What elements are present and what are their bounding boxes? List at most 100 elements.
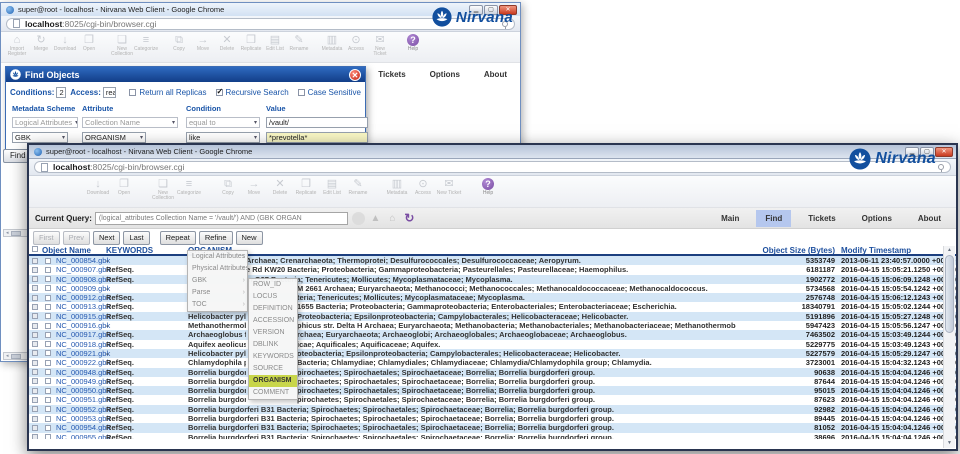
row-flag-checkbox[interactable] — [45, 434, 51, 439]
table-row[interactable]: NC_000955.gbk RefSeq. Borrelia burgdorfe… — [29, 433, 956, 439]
dialog-title-bar[interactable]: Find Objects ✕ — [6, 67, 365, 82]
row-flag-checkbox[interactable] — [45, 332, 51, 338]
row-select-checkbox[interactable] — [32, 267, 38, 273]
row-flag-checkbox[interactable] — [45, 295, 51, 301]
home-icon[interactable]: ⌂ — [386, 212, 399, 225]
submenu-item[interactable]: KEYWORDS — [249, 351, 297, 363]
object-name-link[interactable]: NC_000915.gbk — [56, 312, 110, 321]
pager-button[interactable]: Prev — [63, 231, 90, 245]
toolbar-button[interactable]: ⧉ Copy — [167, 34, 191, 52]
col-header-object-size[interactable]: Object Size (Bytes) — [727, 246, 835, 255]
col-header-object-name[interactable]: Object Name — [42, 246, 91, 255]
vertical-scrollbar[interactable]: ▲ ▼ — [943, 246, 955, 448]
row-flag-checkbox[interactable] — [45, 388, 51, 394]
table-row[interactable]: NC_000922.gbk RefSeq. Chlamydophila pneu… — [29, 358, 956, 367]
pager-button[interactable]: Last — [123, 231, 149, 245]
key-icon[interactable] — [938, 164, 944, 170]
table-row[interactable]: NC_000948.gbk RefSeq. Borrelia burgdorfe… — [29, 368, 956, 377]
row-select-checkbox[interactable] — [32, 285, 38, 291]
row-select-checkbox[interactable] — [32, 388, 38, 394]
toolbar-button[interactable]: ≡ Categorize — [134, 34, 158, 52]
horizontal-scrollbar[interactable] — [3, 352, 28, 360]
nav-tab[interactable]: Options — [853, 210, 901, 227]
toolbar-button[interactable]: ↻ Merge — [29, 34, 53, 52]
object-name-link[interactable]: NC_000909.gbk — [56, 284, 110, 293]
object-name-link[interactable]: NC_000948.gbk — [56, 368, 110, 377]
horizontal-scrollbar[interactable] — [3, 229, 28, 237]
dialog-checkbox[interactable]: Recursive Search — [216, 88, 289, 97]
row-flag-checkbox[interactable] — [45, 369, 51, 375]
pager-button[interactable]: Next — [93, 231, 120, 245]
pager-button[interactable]: New — [236, 231, 263, 245]
object-name-link[interactable]: NC_000951.gbk — [56, 395, 110, 404]
conditions-select[interactable]: 2 — [56, 87, 66, 98]
toolbar-button[interactable]: ≡ Categorize — [176, 178, 202, 196]
dialog-checkbox[interactable]: Case Sensitive — [298, 88, 361, 97]
object-name-link[interactable]: NC_000953.gbk — [56, 414, 110, 423]
row-flag-checkbox[interactable] — [45, 258, 51, 264]
refresh-icon[interactable]: ↻ — [403, 212, 416, 225]
pager-button[interactable]: First — [33, 231, 60, 245]
row-select-checkbox[interactable] — [32, 313, 38, 319]
row-select-checkbox[interactable] — [32, 369, 38, 375]
toolbar-button[interactable]: ↓ Download — [85, 178, 111, 196]
table-row[interactable]: NC_000954.gbk RefSeq. Borrelia burgdorfe… — [29, 423, 956, 432]
url-input[interactable]: localhost:8025/cgi-bin/browser.cgi — [34, 161, 951, 173]
row-select-checkbox[interactable] — [32, 406, 38, 412]
submenu-item[interactable]: ORGANISM — [249, 375, 297, 387]
table-row[interactable]: NC_000854.gbk - Archaea; Crenarchaeota; … — [29, 256, 956, 265]
object-name-link[interactable]: NC_000921.gbk — [56, 349, 110, 358]
scroll-down-icon[interactable]: ▼ — [944, 439, 955, 448]
nav-tab[interactable]: Tickets — [799, 210, 844, 227]
nav-tab[interactable]: Find — [756, 210, 791, 227]
row-select-checkbox[interactable] — [32, 378, 38, 384]
toolbar-button[interactable]: ❐ Open — [77, 34, 101, 52]
row-select-checkbox[interactable] — [32, 416, 38, 422]
table-row[interactable]: NC_000950.gbk RefSeq. Borrelia burgdorfe… — [29, 386, 956, 395]
submenu-item[interactable]: DEFINITION — [249, 303, 297, 315]
object-name-link[interactable]: NC_000918.gbk — [56, 340, 110, 349]
object-name-link[interactable]: NC_000922.gbk — [56, 358, 110, 367]
row-select-checkbox[interactable] — [32, 360, 38, 366]
pager-button[interactable]: Repeat — [160, 231, 196, 245]
table-row[interactable]: NC_000907.gbk RefSeq. e Rd KW20 Bacteria… — [29, 265, 956, 274]
submenu-item[interactable]: SOURCE — [249, 363, 297, 375]
table-row[interactable]: NC_000949.gbk RefSeq. Borrelia burgdorfe… — [29, 377, 956, 386]
metadata-scheme-select[interactable]: GBK — [12, 132, 68, 143]
submenu-item[interactable]: DBLINK — [249, 339, 297, 351]
row-flag-checkbox[interactable] — [45, 323, 51, 329]
scroll-up-icon[interactable]: ▲ — [944, 246, 955, 255]
table-row[interactable]: NC_000952.gbk RefSeq. Borrelia burgdorfe… — [29, 405, 956, 414]
access-select[interactable]: read — [103, 87, 116, 98]
pager-button[interactable]: Refine — [199, 231, 233, 245]
attribute-select[interactable]: ORGANISM — [82, 132, 146, 143]
table-row[interactable]: NC_000917.gbk RefSeq. Archaeoglobus fulg… — [29, 330, 956, 339]
row-flag-checkbox[interactable] — [45, 425, 51, 431]
toolbar-button[interactable]: ❒ Replicate — [239, 34, 263, 52]
checkbox-icon[interactable] — [216, 89, 223, 96]
row-select-checkbox[interactable] — [32, 332, 38, 338]
toolbar-button[interactable]: ❏ New Collection — [150, 178, 176, 201]
row-select-checkbox[interactable] — [32, 350, 38, 356]
col-header-modify-timestamp[interactable]: Modify Timestamp — [841, 246, 911, 255]
toolbar-button[interactable]: ▤ Edit List — [319, 178, 345, 196]
toolbar-button[interactable]: ? Help — [401, 34, 425, 52]
condition-select[interactable]: like — [186, 132, 260, 143]
row-flag-checkbox[interactable] — [45, 313, 51, 319]
collection-icon[interactable]: ▲ — [369, 212, 382, 225]
checkbox-icon[interactable] — [298, 89, 305, 96]
nav-tab[interactable]: About — [909, 210, 950, 227]
table-row[interactable]: NC_000908.gbk RefSeq. m G37 Bacteria; Te… — [29, 275, 956, 284]
nav-tab[interactable]: Tickets — [369, 66, 414, 83]
toolbar-button[interactable]: ✕ Delete — [215, 34, 239, 52]
submenu-item[interactable]: ACCESSION — [249, 315, 297, 327]
row-flag-checkbox[interactable] — [45, 350, 51, 356]
row-flag-checkbox[interactable] — [45, 406, 51, 412]
toolbar-button[interactable]: ❐ Open — [111, 178, 137, 196]
toolbar-button[interactable]: → Move — [191, 34, 215, 52]
toolbar-button[interactable]: ❒ Replicate — [293, 178, 319, 196]
row-flag-checkbox[interactable] — [45, 304, 51, 310]
checkbox-icon[interactable] — [129, 89, 136, 96]
row-flag-checkbox[interactable] — [45, 378, 51, 384]
value-input[interactable]: *prevotella* — [266, 132, 368, 143]
